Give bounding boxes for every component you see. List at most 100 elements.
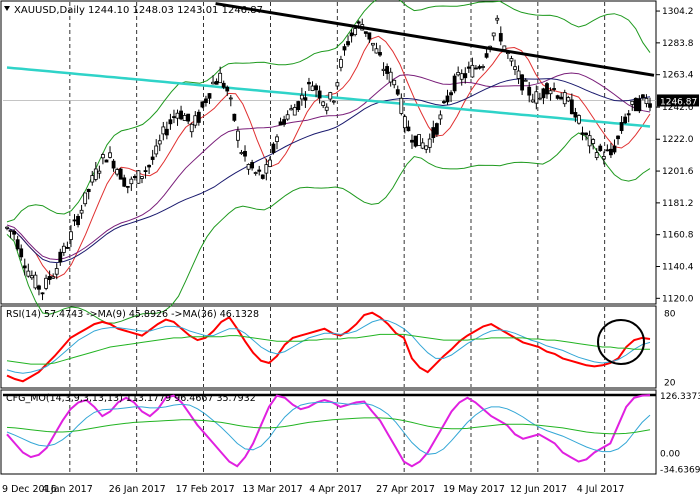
rsi-tick-label: 20: [664, 378, 676, 388]
candle-body: [601, 156, 606, 160]
candle-body: [626, 113, 631, 116]
candle-body: [356, 21, 361, 24]
candle-body: [413, 135, 418, 147]
candle-body: [40, 292, 45, 295]
candle-body: [395, 89, 400, 95]
candle-body: [427, 138, 432, 148]
candle-body: [182, 115, 187, 121]
rsi-tick-label: 80: [664, 310, 676, 320]
chart-root: 9 Dec 2016 4 Jan 2017 26 Jan 2017 17 Feb 20…: [0, 0, 700, 500]
candle-body: [445, 95, 450, 103]
candle-body: [90, 175, 95, 183]
candle-body: [111, 160, 116, 169]
cfg-tick-label: 126.3373: [660, 392, 700, 402]
price-tick-label: 1201.6: [662, 167, 694, 177]
price-tick-label: 1263.4: [662, 71, 694, 81]
candle-body: [541, 88, 546, 99]
candle-body: [72, 219, 77, 222]
bollinger-upper: [6, 0, 651, 223]
candle-body: [388, 71, 393, 83]
candle-body: [605, 149, 610, 152]
candle-body: [569, 99, 574, 115]
candle-body: [402, 116, 407, 129]
candle-body: [267, 159, 272, 167]
cfg-label: CFG_MO(14,3,9,3,13,13) 113.1779 96.4667 …: [6, 393, 256, 404]
candle-body: [8, 229, 13, 232]
candle-body: [232, 113, 237, 121]
candle-body: [623, 116, 628, 124]
candle-body: [466, 66, 471, 69]
candle-body: [22, 265, 27, 269]
candle-body: [140, 176, 144, 179]
candle-body: [410, 139, 414, 143]
candle-body: [264, 164, 269, 174]
candle-body: [143, 170, 148, 172]
candle-body: [331, 100, 336, 103]
candle-body: [474, 67, 478, 70]
candle-body: [175, 112, 180, 119]
candle-body: [271, 143, 276, 153]
candle-body: [172, 116, 176, 118]
candle-body: [136, 170, 141, 184]
candle-body: [289, 108, 294, 111]
candle-body: [250, 162, 255, 169]
candle-body: [218, 72, 223, 84]
candle-body: [463, 73, 468, 79]
candle-body: [97, 170, 102, 174]
candle-body: [509, 58, 514, 62]
candle-body: [548, 90, 553, 95]
candle-body: [83, 192, 88, 205]
candle-body: [285, 114, 290, 120]
candle-body: [26, 270, 31, 277]
candle-body: [537, 97, 542, 100]
candle-body: [566, 97, 571, 102]
x-tick-label: 26 Jan 2017: [109, 484, 166, 495]
candle-body: [559, 96, 564, 100]
candle-body: [211, 81, 215, 85]
candle-body: [562, 92, 567, 105]
candle-body: [58, 251, 63, 263]
x-tick-label: 27 Apr 2017: [376, 484, 435, 495]
candle-body: [591, 139, 596, 144]
candle-body: [523, 79, 528, 82]
candle-body: [164, 128, 169, 136]
axes: 9 Dec 20164 Jan 2017 26 Jan 2017 17 Feb 20…: [2, 7, 700, 495]
candle-body: [161, 126, 166, 135]
x-tick-label: 17 Feb 2017: [176, 484, 235, 495]
cfg-series-1: [6, 401, 651, 455]
candle-body: [129, 178, 134, 185]
candle-body: [612, 145, 617, 153]
candle-body: [282, 119, 286, 125]
candle-body: [79, 209, 84, 214]
candle-body: [392, 79, 397, 86]
candle-body: [580, 132, 585, 135]
price-panel-frame: [0, 0, 657, 305]
ma-purple-line: [6, 72, 651, 261]
candle-body: [186, 113, 191, 122]
candle-body: [61, 245, 66, 253]
candle-body: [577, 115, 581, 124]
rsi-label: RSI(14) 57.4743 ->MA(9) 45.8926 ->MA(36)…: [6, 309, 259, 320]
candle-body: [257, 169, 262, 172]
price-tick-label: 1181.2: [662, 199, 694, 209]
candle-body: [371, 42, 375, 46]
price-tick-label: 1120.0: [662, 294, 694, 304]
candle-body: [108, 152, 112, 158]
x-tick-label: 19 May 2017: [443, 484, 505, 495]
candle-body: [86, 188, 91, 193]
collapse-triangle-icon[interactable]: [4, 6, 10, 11]
candle-body: [132, 176, 137, 179]
candle-body: [65, 247, 70, 249]
last-price-label: 1246.87: [660, 97, 697, 107]
candle-body: [115, 169, 120, 175]
candle-body: [243, 151, 247, 157]
cfg-series-2: [6, 417, 651, 435]
candle-body: [399, 97, 404, 114]
candle-body: [598, 145, 603, 152]
candle-body: [420, 142, 425, 149]
candle-body: [530, 99, 535, 103]
candle-body: [434, 123, 439, 135]
x-tick-label: 4 Jul 2017: [577, 484, 625, 495]
candle-body: [168, 119, 173, 125]
candle-body: [93, 168, 98, 180]
